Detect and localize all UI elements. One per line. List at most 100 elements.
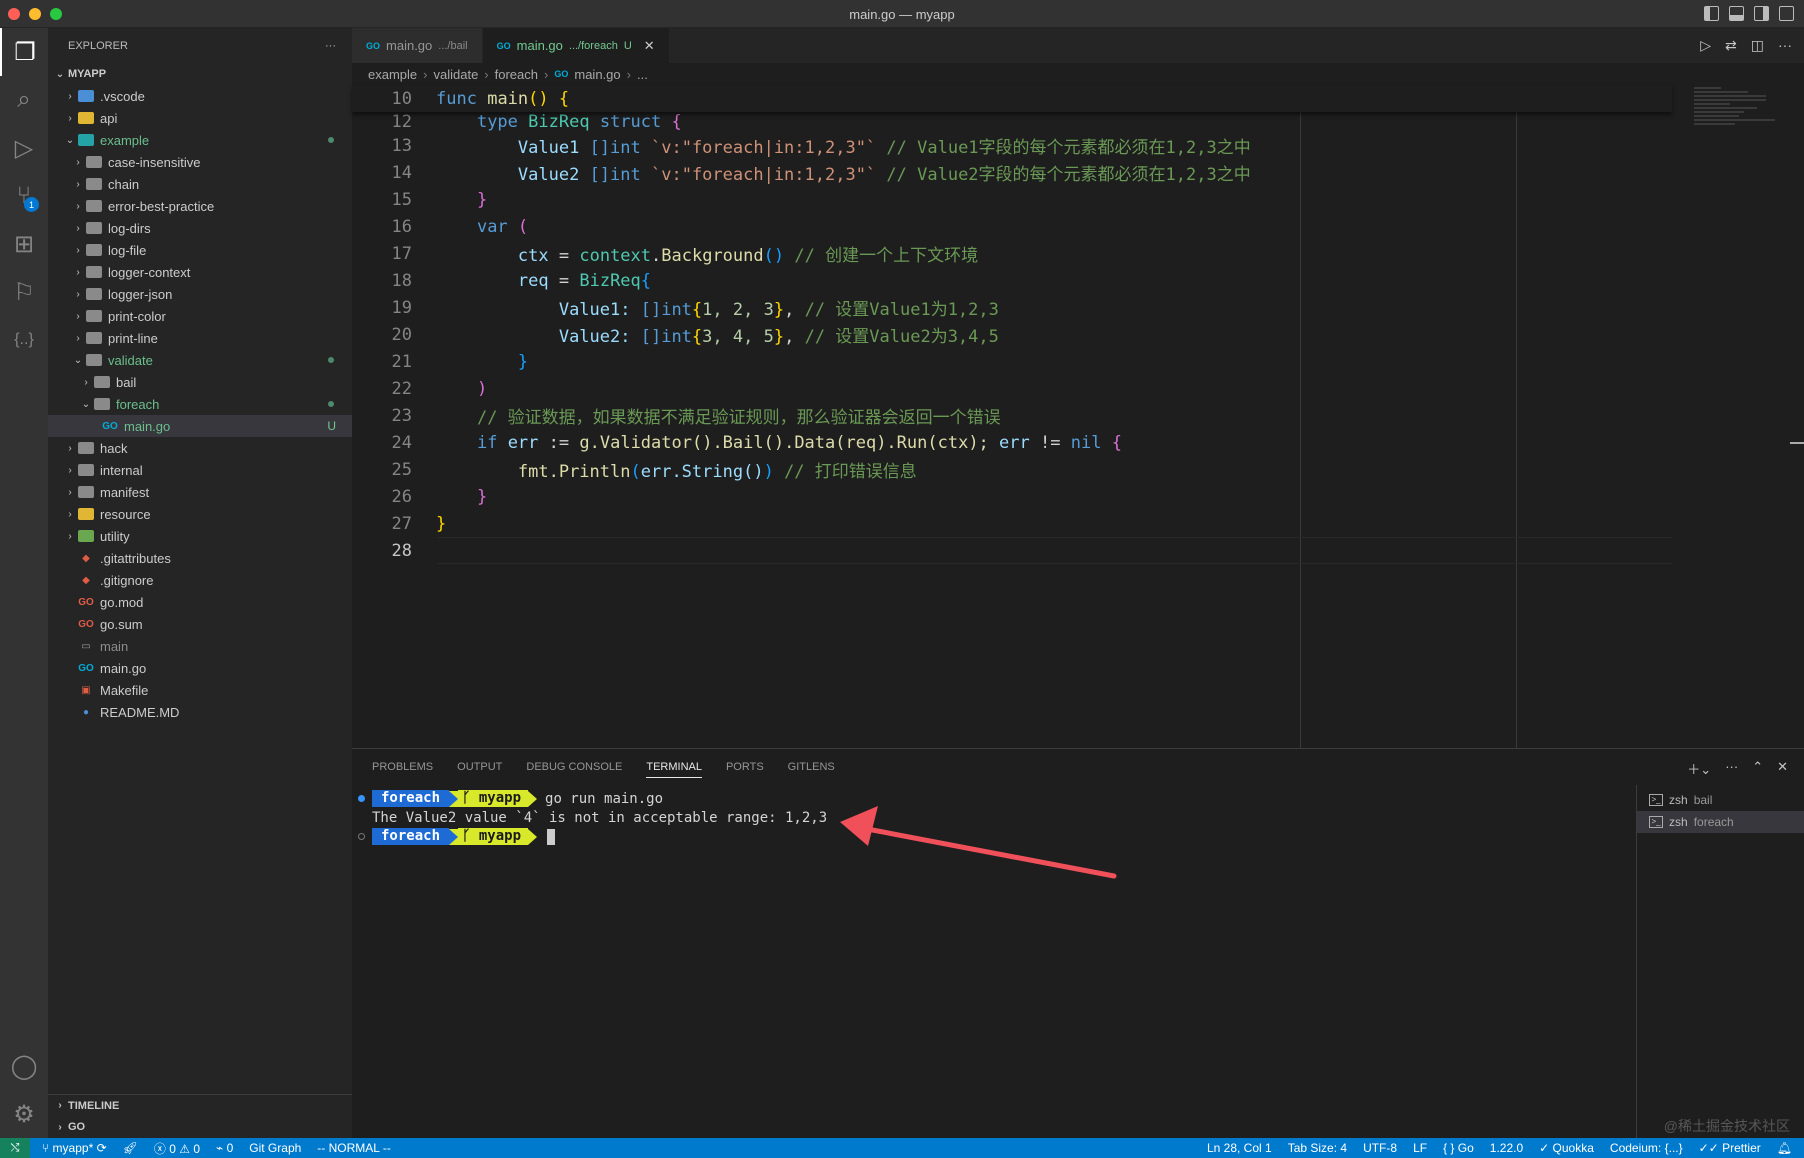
tab-ports[interactable]: PORTS (726, 761, 764, 773)
notifications-icon[interactable]: 🔔︎ (1777, 1141, 1792, 1155)
tree-item-vscode[interactable]: › .vscode (48, 85, 352, 107)
search-icon[interactable]: ⌕ (0, 76, 48, 124)
minimap[interactable] (1694, 85, 1784, 165)
tree-item-utility[interactable]: › utility (48, 525, 352, 547)
maximize-panel-icon[interactable]: ⌃ (1752, 759, 1763, 778)
more-actions-icon[interactable]: ··· (1725, 759, 1738, 778)
code-token: ctx (517, 246, 549, 266)
more-actions-icon[interactable]: ··· (1778, 37, 1792, 54)
tree-item-gitignore[interactable]: ◆ .gitignore (48, 569, 352, 591)
new-terminal-icon[interactable]: ＋⌄ (1687, 759, 1711, 778)
toggle-sidebar-icon[interactable] (1704, 6, 1719, 21)
toggle-secondary-sidebar-icon[interactable] (1754, 6, 1769, 21)
prompt-repo: ᚴ myapp (458, 828, 529, 845)
run-debug-icon[interactable]: ▷ (0, 124, 48, 172)
toggle-panel-icon[interactable] (1729, 6, 1744, 21)
tree-item-case-insensitive[interactable]: › case-insensitive (48, 151, 352, 173)
tree-item-manifest[interactable]: › manifest (48, 481, 352, 503)
explorer-root-myapp[interactable]: ⌄ MYAPP (48, 63, 352, 85)
tree-item-makefile[interactable]: ▣ Makefile (48, 679, 352, 701)
tree-item-logger-json[interactable]: › logger-json (48, 283, 352, 305)
timeline-section[interactable]: › TIMELINE (48, 1094, 352, 1116)
codeium-status[interactable]: Codeium: {...} (1610, 1141, 1683, 1155)
tree-item-label: .gitattributes (100, 550, 171, 566)
source-control-icon[interactable]: ⑂ 1 (0, 172, 48, 220)
json-icon[interactable]: {..} (0, 316, 48, 364)
close-tab-icon[interactable]: ✕ (644, 38, 655, 54)
tab-terminal[interactable]: TERMINAL (646, 756, 702, 778)
settings-gear-icon[interactable]: ⚙ (0, 1090, 48, 1138)
problems-status[interactable]: ⓧ 0 ⚠ 0 (154, 1140, 200, 1157)
tree-item-log-file[interactable]: › log-file (48, 239, 352, 261)
tab-output[interactable]: OUTPUT (457, 761, 502, 773)
tree-item-hack[interactable]: › hack (48, 437, 352, 459)
git-graph-button[interactable]: Git Graph (249, 1141, 301, 1155)
split-editor-icon[interactable]: ◫ (1751, 37, 1764, 54)
terminal-item-bail[interactable]: >_ zsh bail (1637, 789, 1804, 811)
breadcrumb-item[interactable]: validate (433, 67, 478, 82)
extensions-icon[interactable]: ⊞ (0, 220, 48, 268)
tree-item-api[interactable]: › api (48, 107, 352, 129)
tree-item-go-sum[interactable]: GO go.sum (48, 613, 352, 635)
chevron-right-icon: › (484, 66, 489, 82)
code-token: // 验证数据，如果数据不满足验证规则，那么验证器会返回一个错误 (476, 408, 1001, 428)
rocket-icon[interactable]: 🚀︎ (123, 1141, 138, 1155)
terminal[interactable]: foreach ᚴ myapp go run main.go The Value2… (352, 785, 1636, 1139)
language-label: Go (1457, 1141, 1474, 1155)
code-editor[interactable]: 10 func main() { 12 type BizReq struct { … (352, 85, 1672, 564)
tree-item-bail[interactable]: › bail (48, 371, 352, 393)
tree-item-internal[interactable]: › internal (48, 459, 352, 481)
tree-item-resource[interactable]: › resource (48, 503, 352, 525)
tree-item-example[interactable]: ⌄ example (48, 129, 352, 151)
tree-item-chain[interactable]: › chain (48, 173, 352, 195)
eol[interactable]: LF (1413, 1141, 1427, 1155)
close-panel-icon[interactable]: ✕ (1777, 759, 1788, 778)
tab-main-go-foreach[interactable]: GO main.go .../foreach U ✕ (482, 28, 670, 63)
tree-item-log-dirs[interactable]: › log-dirs (48, 217, 352, 239)
language-mode[interactable]: { } Go (1443, 1141, 1474, 1155)
explorer-more-button[interactable]: ··· (325, 40, 336, 52)
tab-problems[interactable]: PROBLEMS (372, 761, 433, 773)
quokka-status[interactable]: ✓ Quokka (1539, 1141, 1594, 1155)
terminal-item-foreach[interactable]: >_ zsh foreach (1637, 811, 1804, 833)
run-icon[interactable]: ▷ (1700, 37, 1711, 54)
prettier-status[interactable]: ✓✓ Prettier (1699, 1141, 1761, 1155)
tree-item-validate[interactable]: ⌄ validate (48, 349, 352, 371)
breadcrumb-item[interactable]: foreach (495, 67, 538, 82)
tree-item-gitattributes[interactable]: ◆ .gitattributes (48, 547, 352, 569)
tab-gitlens[interactable]: GITLENS (788, 761, 835, 773)
tab-debug-console[interactable]: DEBUG CONSOLE (526, 761, 622, 773)
tree-item-main-go[interactable]: GO main.go (48, 657, 352, 679)
tree-item-readme[interactable]: ● README.MD (48, 701, 352, 723)
customize-layout-icon[interactable] (1779, 6, 1794, 21)
branch-status[interactable]: ⑂ myapp* ⟳ (42, 1141, 107, 1155)
explorer-icon[interactable]: ❐ (0, 28, 48, 76)
command-success-dot (358, 795, 365, 802)
tree-item-main-go-foreach[interactable]: GO main.go U (48, 415, 352, 437)
remote-indicator-icon[interactable]: ⤭ (0, 1138, 30, 1158)
tab-main-go-bail[interactable]: GO main.go .../bail (352, 28, 483, 63)
tab-size[interactable]: Tab Size: 4 (1288, 1141, 1347, 1155)
tree-item-main-binary[interactable]: ▭ main (48, 635, 352, 657)
code-line: 17 ctx = context.Background() // 创建一个上下文… (352, 240, 1672, 267)
tree-item-logger-context[interactable]: › logger-context (48, 261, 352, 283)
tree-item-print-color[interactable]: › print-color (48, 305, 352, 327)
compare-changes-icon[interactable]: ⇄ (1725, 37, 1737, 54)
ports-status[interactable]: ⌁ 0 (216, 1141, 233, 1155)
folder-open-icon (94, 398, 110, 410)
account-icon[interactable]: ◯ (0, 1042, 48, 1090)
code-line: 10 func main() { (352, 85, 1672, 112)
breadcrumb-item[interactable]: example (368, 67, 417, 82)
breadcrumb-item[interactable]: ... (637, 67, 648, 82)
go-section[interactable]: › GO (48, 1116, 352, 1138)
encoding[interactable]: UTF-8 (1363, 1141, 1397, 1155)
scrollbar-indicator[interactable] (1790, 442, 1804, 444)
bookmarks-icon[interactable]: ⚐ (0, 268, 48, 316)
tree-item-go-mod[interactable]: GO go.mod (48, 591, 352, 613)
cursor-position[interactable]: Ln 28, Col 1 (1207, 1141, 1272, 1155)
tree-item-foreach[interactable]: ⌄ foreach (48, 393, 352, 415)
tree-item-error-best-practice[interactable]: › error-best-practice (48, 195, 352, 217)
go-version[interactable]: 1.22.0 (1490, 1141, 1523, 1155)
breadcrumb-item[interactable]: main.go (574, 67, 620, 82)
tree-item-print-line[interactable]: › print-line (48, 327, 352, 349)
